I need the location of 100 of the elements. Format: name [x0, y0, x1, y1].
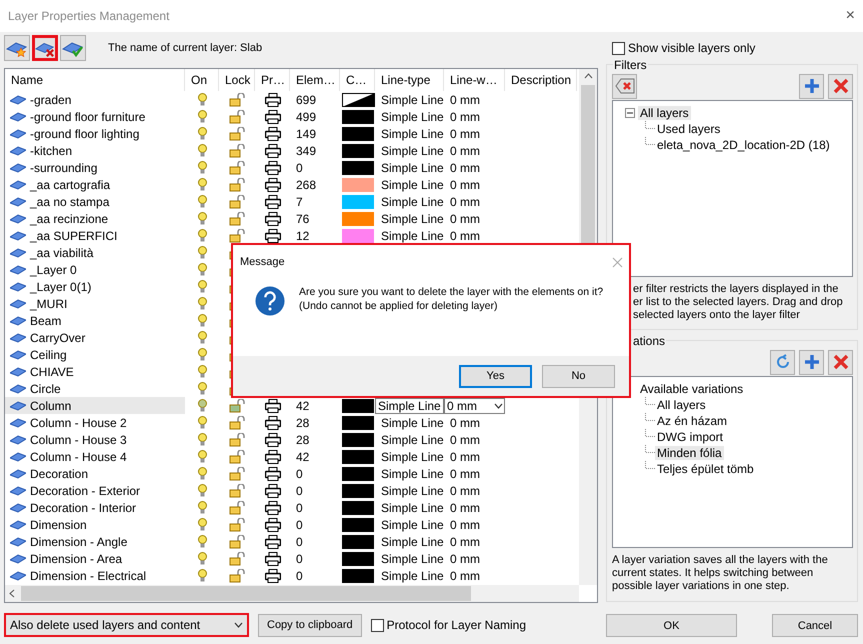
current-layer-label: The name of current layer: Slab	[108, 42, 262, 54]
variation-description: A layer variation saves all the layers with the current states. It helps switching between possible layer variations in one step.	[612, 553, 829, 593]
table-cell-text: 0 mm	[449, 450, 481, 464]
filter-description: er list to the selected layers. Drag and drop	[633, 296, 843, 309]
layer-name: _aa cartografia	[30, 178, 110, 192]
table-cell-text: Simple Line	[380, 416, 444, 430]
table-cell-text: 0 mm	[449, 432, 481, 446]
table-cell-text: 0 mm	[449, 126, 481, 140]
layer-name: _aa no stampa	[30, 194, 110, 208]
table-cell-text: 0 mm	[449, 534, 481, 548]
layer-name: -ground floor furniture	[30, 110, 146, 124]
table-cell-text: 0 mm	[449, 466, 481, 480]
layer-name: Decoration - Exterior	[30, 484, 140, 498]
layer-name: -ground floor lighting	[30, 126, 140, 140]
layer-name: Circle	[30, 382, 61, 396]
table-cell-text: Simple Line	[380, 568, 444, 582]
table-cell-text: 0 mm	[449, 194, 481, 208]
table-cell-text: Simple Line	[380, 450, 444, 464]
group-label: ations	[632, 334, 666, 348]
table-cell-text: 0	[295, 160, 304, 174]
table-cell-text: 0 mm	[449, 92, 481, 106]
table-cell-text: 0 mm	[449, 518, 481, 532]
table-cell-text: 349	[295, 144, 318, 158]
table-cell-text: 268	[295, 178, 318, 192]
layer-name: Dimension	[30, 518, 87, 532]
layer-name: _Layer 0(1)	[30, 280, 92, 294]
table-cell-text: 0 mm	[449, 568, 481, 582]
table-cell-text: 0	[295, 534, 304, 548]
table-cell-text: 76	[295, 212, 310, 226]
layer-name: Column	[30, 398, 72, 412]
layer-name: Decoration	[30, 466, 88, 480]
table-cell-text: Simple Line	[380, 466, 444, 480]
table-cell-text: Simple Line	[380, 126, 444, 140]
table-cell-text: Simple Line	[380, 194, 444, 208]
table-cell-text: 0	[295, 518, 304, 532]
table-cell-text: 0 mm	[449, 212, 481, 226]
table-cell-text: Simple Line	[380, 534, 444, 548]
table-cell-text: Simple Line	[380, 110, 444, 124]
table-cell-text: 0 mm	[449, 228, 481, 242]
table-cell-text: Simple Line	[380, 500, 444, 514]
layer-name: Beam	[30, 314, 62, 328]
layer-name: Column - House 4	[30, 450, 127, 464]
table-cell-text: Simple Line	[380, 178, 444, 192]
table-cell-text: 0	[295, 568, 304, 582]
table-cell-text: 149	[295, 126, 318, 140]
table-cell-text: 0 mm	[449, 144, 481, 158]
table-cell-text: 0	[295, 466, 304, 480]
layer-name: _aa recinzione	[30, 212, 108, 226]
layer-name: _MURI	[30, 296, 68, 310]
table-cell-text: Simple Line	[380, 552, 444, 566]
layer-name: _aa viabilità	[30, 246, 94, 260]
layer-name: Decoration - Interior	[30, 500, 136, 514]
layer-name: Dimension - Electrical	[30, 568, 146, 582]
table-cell-text: 0	[295, 552, 304, 566]
layer-name: CHIAVE	[30, 364, 74, 378]
table-cell-text: Simple Line	[380, 432, 444, 446]
table-cell-text: 0 mm	[449, 500, 481, 514]
layer-name: _aa SUPERFICI	[30, 228, 118, 242]
table-cell-text: 0 mm	[449, 552, 481, 566]
layer-name: Ceiling	[30, 348, 67, 362]
table-cell-text: 499	[295, 110, 318, 124]
layer-name: CarryOver	[30, 330, 86, 344]
layer-name: Dimension - Area	[30, 552, 122, 566]
layer-name: -graden	[30, 92, 72, 106]
table-cell-text: 0 mm	[449, 484, 481, 498]
dialog-title: Message	[240, 256, 285, 268]
dialog-message: Are you sure you want to delete the layer with the elements on it?	[299, 285, 604, 299]
layer-name: Dimension - Angle	[30, 534, 128, 548]
layer-name: Column - House 2	[30, 416, 127, 430]
table-cell-text: 7	[295, 194, 304, 208]
group-label: Filters	[613, 58, 648, 72]
table-cell-text: 28	[295, 432, 310, 446]
table-cell-text: 12	[295, 228, 310, 242]
table-cell-text: 0 mm	[449, 110, 481, 124]
filter-description: er filter restricts the layers displayed in the	[633, 283, 838, 296]
checkbox-label: Protocol for Layer Naming	[386, 618, 526, 632]
layer-name: -kitchen	[30, 144, 72, 158]
filter-description: selected layers onto the layer filter	[633, 309, 800, 322]
layer-name: _Layer 0	[30, 262, 77, 276]
table-cell-text: 0	[295, 484, 304, 498]
table-cell-text: 0 mm	[449, 416, 481, 430]
table-cell-text: Simple Line	[380, 160, 444, 174]
table-cell-text: Simple Line	[380, 518, 444, 532]
layer-name: Column - House 3	[30, 432, 127, 446]
table-cell-text: 699	[295, 92, 318, 106]
table-cell-text: 0	[295, 500, 304, 514]
layer-name: -surrounding	[30, 160, 98, 174]
table-cell-text: 42	[295, 398, 310, 412]
table-cell-text: 42	[295, 450, 310, 464]
window-title: Layer Properties Management	[8, 9, 170, 23]
table-cell-text: Simple Line	[380, 212, 444, 226]
table-cell-text: Simple Line	[380, 484, 444, 498]
checkbox-label: Show visible layers only	[628, 41, 756, 55]
table-cell-text: Simple Line	[380, 144, 444, 158]
table-cell-text: 0 mm	[449, 160, 481, 174]
table-cell-text: Simple Line	[380, 228, 444, 242]
dialog-note: (Undo cannot be applied for deleting layer)	[299, 299, 498, 313]
table-cell-text: 28	[295, 416, 310, 430]
table-cell-text: 0 mm	[449, 178, 481, 192]
table-cell-text: Simple Line	[380, 92, 444, 106]
